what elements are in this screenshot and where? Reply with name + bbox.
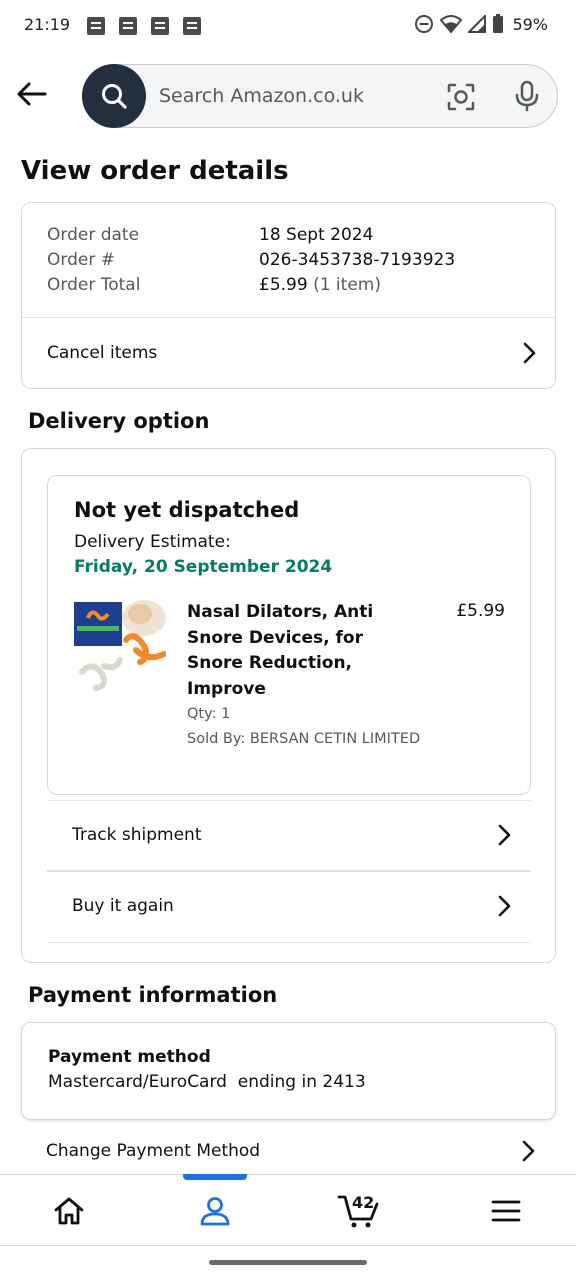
home-icon — [54, 1197, 84, 1225]
delivery-section-title: Delivery option — [28, 409, 210, 433]
wifi-icon — [440, 15, 463, 33]
product-price: £5.99 — [456, 601, 505, 621]
buy-again-link[interactable]: Buy it again — [72, 872, 512, 940]
track-shipment-link[interactable]: Track shipment — [72, 801, 512, 869]
change-payment-method-label: Change Payment Method — [46, 1141, 261, 1161]
product-title[interactable]: Nasal Dilators, Anti Snore Devices, for … — [187, 600, 397, 702]
notification-icon — [119, 17, 137, 35]
order-date-value: 18 Sept 2024 — [259, 225, 374, 245]
notification-icons — [87, 17, 201, 35]
gesture-handle[interactable] — [209, 1260, 367, 1265]
bottom-navigation: 42 — [0, 1174, 576, 1246]
cancel-items-label: Cancel items — [47, 343, 158, 363]
nav-home[interactable] — [29, 1175, 109, 1247]
search-button[interactable] — [82, 64, 146, 128]
chevron-right-icon — [523, 342, 536, 364]
voice-search-button[interactable] — [511, 79, 543, 113]
order-item-count: (1 item) — [313, 275, 381, 295]
delivery-estimate-date: Friday, 20 September 2024 — [74, 557, 333, 577]
order-total-value: £5.99 (1 item) — [259, 275, 381, 295]
chevron-right-icon — [498, 895, 511, 917]
product-seller: Sold By: BERSAN CETIN LIMITED — [187, 731, 421, 747]
notification-icon — [151, 17, 169, 35]
notification-icon — [87, 17, 105, 35]
nav-account[interactable] — [175, 1175, 255, 1247]
delivery-estimate-label: Delivery Estimate: — [74, 532, 231, 552]
payment-method-value: Mastercard/EuroCard ending in 2413 — [48, 1072, 366, 1092]
camera-icon — [447, 83, 475, 111]
payment-method-label: Payment method — [48, 1047, 211, 1067]
search-icon — [102, 84, 127, 109]
cancel-items-link[interactable]: Cancel items — [47, 318, 537, 388]
order-total-amount: £5.99 — [259, 275, 308, 295]
microphone-icon — [515, 80, 539, 112]
status-bar: 21:19 59% — [0, 0, 576, 52]
page-title: View order details — [21, 156, 289, 186]
dispatch-status: Not yet dispatched — [74, 498, 300, 522]
order-number-label: Order # — [47, 250, 115, 270]
back-button[interactable] — [14, 76, 50, 112]
track-shipment-label: Track shipment — [72, 825, 202, 845]
delivery-card: Not yet dispatched Delivery Estimate: Fr… — [21, 448, 556, 963]
order-summary-card: Order date 18 Sept 2024 Order # 026-3453… — [21, 202, 556, 389]
status-time: 21:19 — [24, 15, 71, 34]
signal-icon — [468, 15, 487, 33]
arrow-left-icon — [17, 82, 47, 106]
account-icon — [200, 1197, 230, 1226]
change-payment-method-link[interactable]: Change Payment Method — [46, 1122, 536, 1180]
payment-method-card: Payment method Mastercard/EuroCard endin… — [21, 1022, 556, 1120]
product-thumbnail — [74, 600, 167, 691]
status-indicators: 59% — [414, 14, 548, 34]
shipment-card: Not yet dispatched Delivery Estimate: Fr… — [47, 475, 531, 795]
battery-percent: 59% — [512, 14, 548, 34]
order-number-value: 026-3453738-7193923 — [259, 250, 456, 270]
payment-section-title: Payment information — [28, 983, 278, 1007]
search-bar[interactable]: Search Amazon.co.uk — [82, 64, 558, 128]
chevron-right-icon — [522, 1140, 535, 1162]
order-total-label: Order Total — [47, 275, 141, 295]
search-input[interactable]: Search Amazon.co.uk — [159, 85, 364, 107]
product-quantity: Qty: 1 — [187, 706, 231, 722]
notification-icon — [183, 17, 201, 35]
order-date-label: Order date — [47, 225, 140, 245]
battery-icon — [493, 14, 504, 33]
do-not-disturb-icon — [415, 15, 434, 33]
header: Search Amazon.co.uk — [0, 62, 576, 130]
product-image[interactable] — [74, 600, 167, 692]
buy-again-label: Buy it again — [72, 896, 174, 916]
chevron-right-icon — [498, 824, 511, 846]
cart-count-badge: 42 — [352, 1193, 375, 1212]
nav-menu[interactable] — [466, 1175, 546, 1247]
camera-search-button[interactable] — [445, 81, 477, 113]
divider — [47, 942, 531, 943]
menu-icon — [491, 1200, 521, 1222]
